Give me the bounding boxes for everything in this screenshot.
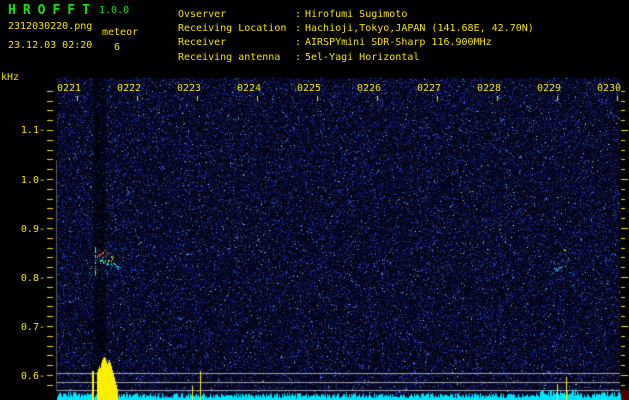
station-info-table: Ovserver: Hirofumi Sugimoto Receiving Loca…: [178, 7, 534, 65]
time-tick-label: 0221: [57, 83, 82, 94]
info-colon: :: [295, 8, 302, 20]
info-row: Ovserver: Hirofumi Sugimoto: [178, 7, 534, 21]
time-tick-label: 0228: [477, 83, 502, 94]
freq-unit-label: kHz: [1, 72, 20, 83]
info-label: Ovserver: [178, 8, 227, 20]
info-colon: :: [295, 51, 302, 63]
time-tick-label: 0226: [357, 83, 382, 94]
freq-tick-label: 0.6-: [20, 370, 45, 382]
time-tick-label: 0227: [417, 83, 442, 94]
info-value: Hirofumi Sugimoto: [305, 8, 408, 20]
info-row: Receiving antenna:5el-Yagi Horizontal: [178, 50, 534, 64]
info-label: Receiving Location: [178, 23, 287, 35]
observation-mode: meteor: [102, 27, 139, 38]
freq-tick-label: 0.7-: [20, 321, 45, 333]
meteor-count: 6: [114, 42, 121, 53]
time-tick-label: 0222: [117, 83, 142, 94]
output-filename: 2312030220.png: [8, 21, 93, 32]
observation-datetime: 23.12.03 02:20: [8, 40, 93, 51]
freq-tick-label: 0.9-: [20, 223, 45, 235]
info-value: AIRSPYmini SDR-Sharp 116.900MHz: [305, 37, 492, 49]
info-colon: :: [295, 23, 302, 35]
freq-tick-label: 1.1-: [20, 125, 45, 136]
info-row: Receiver: AIRSPYmini SDR-Sharp 116.900MHz: [178, 36, 534, 50]
info-label: Receiving antenna: [178, 51, 281, 63]
info-value: Hachioji,Tokyo,JAPAN (141.68E, 42.70N): [305, 23, 534, 35]
info-label: Receiver: [178, 37, 227, 49]
app-version: 1.0.0: [99, 5, 130, 16]
info-value: 5el-Yagi Horizontal: [305, 51, 420, 63]
time-tick-label: 0223: [177, 83, 202, 94]
time-tick-label: 0224: [237, 83, 262, 94]
info-row: Receiving Location: Hachioji,Tokyo,JAPAN …: [178, 21, 534, 35]
app-title: HROFFT: [8, 3, 97, 18]
time-tick-label: 0225: [297, 83, 322, 94]
freq-tick-label: 1.0-: [20, 175, 45, 186]
time-tick-label: 0230: [597, 83, 622, 94]
time-tick-label: 0229: [537, 83, 562, 94]
hrofft-screenshot: HROFFT 1.0.0 2312030220.png meteor 23.12…: [0, 0, 629, 400]
freq-tick-label: 0.8-: [20, 272, 45, 284]
info-colon: :: [295, 37, 302, 49]
